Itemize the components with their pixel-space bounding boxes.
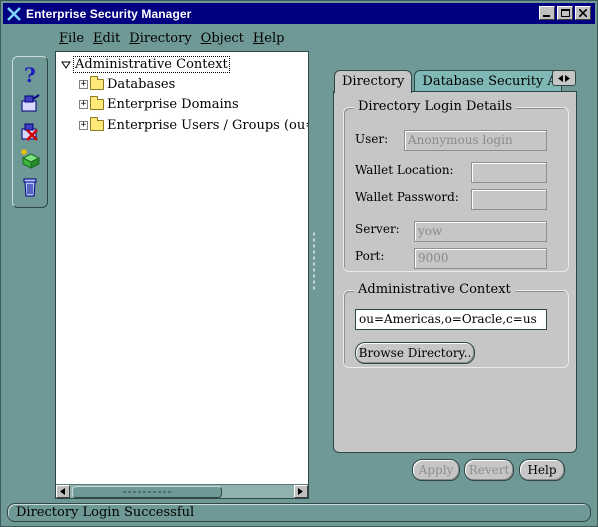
scroll-right-button[interactable]: [294, 485, 308, 498]
server-label: Server:: [355, 222, 400, 236]
tree-node-label: Enterprise Domains: [107, 97, 239, 112]
menu-help[interactable]: Help: [253, 31, 292, 49]
menu-file-rest: ile: [68, 31, 85, 46]
folder-icon: [90, 76, 104, 90]
wallet-password-field[interactable]: [471, 189, 547, 210]
svg-text:?: ?: [24, 64, 36, 86]
help-tool-button[interactable]: ?: [17, 63, 43, 87]
create-icon: [21, 149, 41, 169]
title-bar[interactable]: Enterprise Security Manager: [3, 3, 595, 24]
create-tool-button[interactable]: [17, 147, 43, 171]
menu-object-rest: bject: [211, 31, 244, 46]
trash-icon: [23, 178, 37, 197]
menu-help-rest: elp: [264, 31, 285, 46]
maximize-button[interactable]: [557, 6, 573, 20]
folder-icon: [90, 117, 104, 131]
connect-tool-button[interactable]: [17, 91, 43, 115]
menu-edit-rest: dit: [102, 31, 121, 46]
scroll-thumb[interactable]: [72, 486, 222, 498]
directory-login-details-group: Directory Login Details User: Anonymous …: [343, 99, 569, 272]
tab-scroll-right-icon[interactable]: [565, 74, 570, 82]
connect-icon: [21, 94, 40, 112]
disconnect-tool-button[interactable]: [17, 119, 43, 143]
vertical-toolbar: ?: [12, 56, 48, 208]
grip-dots: [122, 491, 172, 493]
minimize-button[interactable]: [539, 6, 555, 20]
menu-edit[interactable]: Edit: [93, 31, 127, 49]
collapse-triangle-icon[interactable]: [61, 60, 71, 70]
folder-icon: [90, 96, 104, 110]
scroll-left-button[interactable]: [56, 485, 70, 498]
context-field[interactable]: ou=Americas,o=Oracle,c=us: [355, 309, 547, 330]
tab-scroll-left-icon[interactable]: [558, 74, 563, 82]
tree-node-label: Databases: [107, 77, 176, 92]
menu-object[interactable]: Object: [201, 31, 251, 49]
help-button[interactable]: Help: [519, 459, 565, 481]
wallet-password-label: Wallet Password:: [355, 190, 459, 204]
tree-root-label: Administrative Context: [73, 56, 230, 73]
group-title: Directory Login Details: [354, 99, 517, 114]
directory-tab-panel: Directory Login Details User: Anonymous …: [333, 91, 577, 453]
port-label: Port:: [355, 249, 385, 263]
tree-node-enterprise-users[interactable]: + Enterprise Users / Groups (ou=Americ: [79, 117, 308, 133]
status-text: Directory Login Successful: [16, 505, 195, 520]
tree-root-node[interactable]: Administrative Context: [61, 56, 230, 73]
user-field[interactable]: Anonymous login: [404, 130, 547, 151]
user-label: User:: [355, 132, 389, 146]
expand-plus-icon[interactable]: +: [79, 100, 88, 109]
port-field[interactable]: 9000: [414, 248, 547, 269]
horizontal-scrollbar[interactable]: [56, 484, 308, 498]
group-title: Administrative Context: [354, 282, 515, 297]
browse-directory-button[interactable]: Browse Directory..: [355, 342, 475, 364]
maximize-icon: [560, 9, 570, 17]
menu-bar: File Edit Directory Object Help: [59, 31, 293, 49]
tab-scroll-buttons[interactable]: [552, 70, 576, 86]
property-tabs: Directory Database Security Adm...: [334, 70, 563, 93]
revert-button[interactable]: Revert: [464, 459, 514, 481]
tree-node-label: Enterprise Users / Groups (ou=Americ: [107, 118, 308, 133]
app-window: Enterprise Security Manager File Edit Di…: [0, 0, 598, 527]
tree-node-enterprise-domains[interactable]: + Enterprise Domains: [79, 96, 239, 112]
wallet-location-label: Wallet Location:: [355, 163, 454, 177]
wallet-location-field[interactable]: [471, 162, 547, 183]
window-controls: [539, 6, 591, 20]
close-button[interactable]: [575, 6, 591, 20]
navigator-tree[interactable]: Administrative Context + Databases + Ent…: [55, 51, 309, 499]
apply-button[interactable]: Apply: [412, 459, 460, 481]
help-icon: ?: [24, 64, 36, 86]
disconnect-icon: [21, 123, 38, 141]
menu-object-mnemonic: O: [200, 31, 212, 46]
tree-node-databases[interactable]: + Databases: [79, 76, 176, 92]
delete-tool-button[interactable]: [17, 175, 43, 199]
arrow-right-icon: [298, 488, 303, 495]
administrative-context-group: Administrative Context ou=Americas,o=Ora…: [343, 282, 569, 368]
menu-help-mnemonic: H: [252, 31, 265, 46]
minimize-icon: [543, 15, 550, 17]
menu-edit-mnemonic: E: [93, 31, 103, 46]
app-x-icon: [6, 6, 22, 22]
close-icon: [579, 9, 587, 17]
menu-file-mnemonic: F: [59, 31, 69, 46]
expand-plus-icon[interactable]: +: [79, 121, 88, 130]
status-bar: Directory Login Successful: [7, 503, 591, 522]
pane-splitter[interactable]: [312, 231, 316, 291]
window-title: Enterprise Security Manager: [26, 6, 192, 21]
menu-directory[interactable]: Directory: [129, 31, 198, 49]
tab-directory[interactable]: Directory: [334, 70, 413, 93]
menu-directory-mnemonic: D: [129, 31, 140, 46]
arrow-left-icon: [60, 488, 65, 495]
server-field[interactable]: yow: [414, 221, 547, 242]
menu-directory-rest: irectory: [139, 31, 192, 46]
menu-file[interactable]: File: [59, 31, 91, 49]
expand-plus-icon[interactable]: +: [79, 80, 88, 89]
tab-database-security-admin[interactable]: Database Security Adm...: [414, 70, 563, 92]
